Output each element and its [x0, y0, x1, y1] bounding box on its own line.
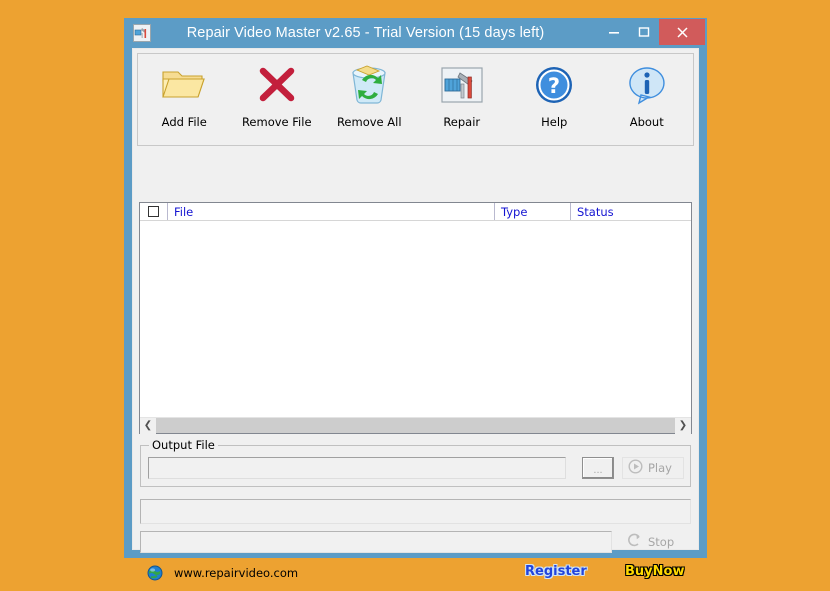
browse-button[interactable]: ...	[582, 457, 614, 479]
about-label: About	[629, 115, 664, 129]
output-path-input[interactable]	[148, 457, 566, 479]
open-folder-icon	[159, 60, 209, 110]
minimize-icon[interactable]	[599, 18, 629, 46]
chevron-left-icon[interactable]: ❮	[140, 417, 156, 434]
play-button[interactable]: Play	[622, 457, 684, 479]
play-circle-icon	[628, 459, 643, 477]
stop-label: Stop	[648, 535, 675, 549]
stop-button[interactable]: Stop	[621, 531, 687, 553]
add-file-button[interactable]: Add File	[138, 60, 231, 129]
repair-tool-icon	[437, 60, 487, 110]
help-label: Help	[541, 115, 568, 129]
register-link[interactable]: Register	[525, 564, 587, 579]
remove-all-label: Remove All	[336, 115, 402, 129]
maximize-icon[interactable]	[629, 18, 659, 46]
application-window: Repair Video Master v2.65 - Trial Versio…	[124, 18, 707, 581]
column-header-file[interactable]: File	[168, 203, 495, 220]
svg-text:?: ?	[548, 74, 560, 98]
chevron-right-icon[interactable]: ❯	[675, 417, 691, 434]
globe-icon	[147, 565, 163, 581]
remove-file-label: Remove File	[241, 115, 312, 129]
progress-bar	[140, 531, 612, 553]
output-file-legend: Output File	[149, 438, 218, 452]
scrollbar-thumb[interactable]	[156, 418, 675, 433]
output-file-group: Output File ... Play	[140, 438, 691, 487]
remove-file-button[interactable]: Remove File	[231, 60, 324, 129]
help-button[interactable]: ? Help	[508, 60, 601, 129]
horizontal-scrollbar[interactable]: ❮ ❯	[140, 417, 691, 434]
select-all-column[interactable]	[140, 203, 168, 220]
remove-all-button[interactable]: Remove All	[323, 60, 416, 129]
recycle-bin-icon	[344, 60, 394, 110]
question-mark-icon: ?	[529, 60, 579, 110]
repair-label: Repair	[443, 115, 481, 129]
info-icon	[622, 60, 672, 110]
add-file-label: Add File	[161, 115, 207, 129]
red-cross-icon	[252, 60, 302, 110]
file-list-header: File Type Status	[140, 203, 691, 221]
title-bar: Repair Video Master v2.65 - Trial Versio…	[124, 18, 707, 48]
client-area: Add File Remove File Remove All Repair ?…	[132, 48, 699, 581]
column-header-type[interactable]: Type	[495, 203, 571, 220]
buynow-link[interactable]: BuyNow	[625, 564, 684, 579]
window-controls	[599, 18, 707, 48]
status-panel	[140, 499, 691, 524]
website-url[interactable]: www.repairvideo.com	[174, 566, 298, 580]
about-button[interactable]: About	[601, 60, 694, 129]
toolbar: Add File Remove File Remove All Repair ?…	[137, 53, 694, 146]
file-list-body[interactable]	[140, 221, 691, 418]
column-header-status[interactable]: Status	[571, 203, 691, 220]
play-label: Play	[648, 461, 672, 475]
footer: www.repairvideo.com Register BuyNow	[133, 561, 698, 591]
stop-circle-icon	[627, 533, 642, 551]
close-icon[interactable]	[659, 19, 705, 45]
select-all-checkbox[interactable]	[148, 206, 159, 217]
file-list[interactable]: File Type Status ❮ ❯	[139, 202, 692, 434]
repair-button[interactable]: Repair	[416, 60, 509, 129]
